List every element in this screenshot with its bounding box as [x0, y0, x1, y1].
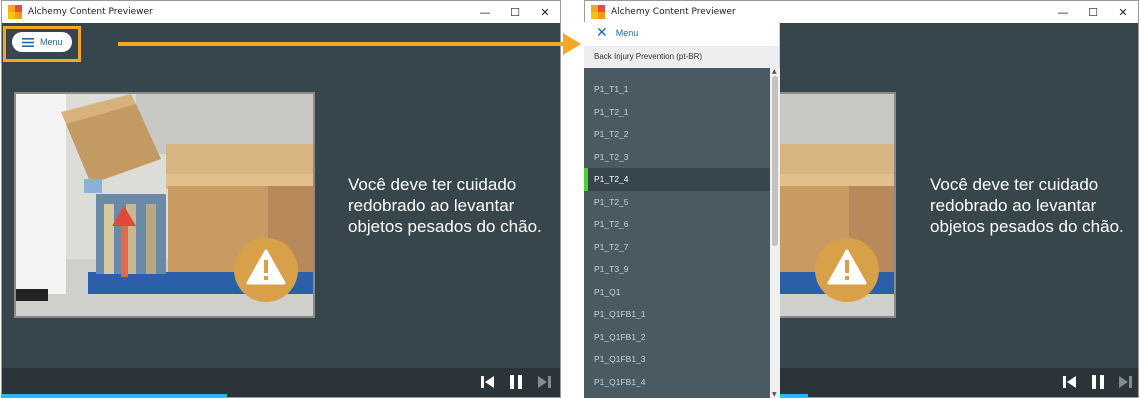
slide-text: Você deve ter cuidado redobrado ao levan…: [348, 175, 542, 236]
slide-list: P1_T1_1 P1_T2_1 P1_T2_2 P1_T2_3 P1_T2_4 …: [584, 68, 770, 398]
player-controls: [2, 368, 560, 397]
alchemy-logo-icon: [591, 5, 605, 19]
title-bar: Alchemy Content Previewer — ☐ ✕: [585, 1, 1138, 23]
close-icon: ✕: [596, 25, 608, 41]
list-item[interactable]: P1_Q1FB1_3: [584, 348, 770, 371]
skip-back-icon: [1063, 376, 1076, 388]
pause-icon: [1092, 375, 1104, 389]
pause-button[interactable]: [1090, 374, 1106, 390]
list-item[interactable]: P1_T1_1: [584, 78, 770, 101]
close-menu-label: Menu: [615, 28, 639, 38]
window-title: Alchemy Content Previewer: [611, 7, 736, 17]
minimize-button[interactable]: —: [1048, 1, 1078, 23]
skip-forward-icon: [538, 376, 551, 388]
list-item[interactable]: P1_T2_6: [584, 213, 770, 236]
maximize-button[interactable]: ☐: [500, 1, 530, 23]
scrollbar[interactable]: ▲ ▼: [770, 68, 780, 398]
course-title: Back Injury Prevention (pt-BR): [584, 46, 779, 68]
list-item[interactable]: P1_Q1: [584, 281, 770, 304]
annotation-arrow-head: [563, 33, 581, 55]
progress-bar: [780, 394, 808, 397]
skip-back-icon: [481, 376, 494, 388]
slide-text: Você deve ter cuidado redobrado ao levan…: [930, 175, 1124, 236]
list-item[interactable]: P1_T2_2: [584, 123, 770, 146]
progress-bar: [2, 394, 227, 397]
pause-button[interactable]: [508, 374, 524, 390]
list-item[interactable]: P1_Q1FB1_2: [584, 326, 770, 349]
maximize-button[interactable]: ☐: [1078, 1, 1108, 23]
minimize-button[interactable]: —: [470, 1, 500, 23]
list-item[interactable]: P1_T2_5: [584, 191, 770, 214]
list-item[interactable]: P1_T2_3: [584, 146, 770, 169]
pause-icon: [510, 375, 522, 389]
list-item[interactable]: P1_Q1FB1_1: [584, 303, 770, 326]
alchemy-logo-icon: [8, 5, 22, 19]
window-title: Alchemy Content Previewer: [28, 7, 153, 17]
warning-icon: [827, 249, 867, 285]
annotation-arrow: [118, 42, 566, 46]
player-controls: [780, 368, 1138, 397]
scroll-down-icon[interactable]: ▼: [772, 391, 777, 398]
menu-button[interactable]: Menu: [12, 32, 72, 52]
menu-button-label: Menu: [40, 37, 63, 47]
close-menu-button[interactable]: ✕ Menu: [584, 22, 779, 44]
scrollbar-thumb[interactable]: [772, 76, 778, 246]
close-window-button[interactable]: ✕: [530, 1, 560, 23]
list-item[interactable]: P1_T2_1: [584, 101, 770, 124]
menu-panel: ✕ Menu Back Injury Prevention (pt-BR) P1…: [584, 22, 780, 398]
list-item-active[interactable]: P1_T2_4: [584, 168, 770, 191]
scroll-up-icon[interactable]: ▲: [772, 68, 777, 75]
hamburger-icon: [22, 37, 34, 47]
title-bar: Alchemy Content Previewer — ☐ ✕: [2, 1, 560, 23]
list-item[interactable]: P1_T3_9: [584, 258, 770, 281]
next-button[interactable]: [536, 374, 552, 390]
skip-forward-icon: [1119, 376, 1132, 388]
list-item[interactable]: P1_Q1FB1_4: [584, 371, 770, 394]
previous-button[interactable]: [480, 374, 496, 390]
list-item[interactable]: P1_T2_7: [584, 236, 770, 259]
close-window-button[interactable]: ✕: [1108, 1, 1138, 23]
previous-button[interactable]: [1062, 374, 1078, 390]
warning-icon: [246, 249, 286, 285]
next-button[interactable]: [1117, 374, 1133, 390]
